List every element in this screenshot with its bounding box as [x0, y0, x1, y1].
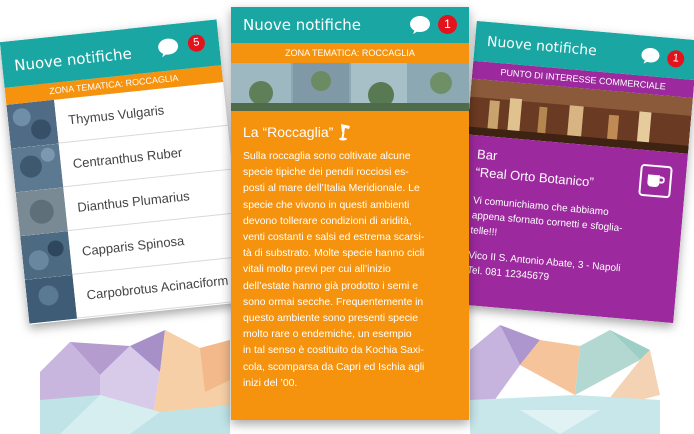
zone-heading: La “Roccaglia” [243, 123, 457, 141]
text-line: inizi del ’00. [243, 377, 298, 389]
description-text: Sulla roccaglia sono coltivate alcune sp… [243, 149, 457, 392]
zone-description: La “Roccaglia” Sulla roccaglia sono colt… [231, 111, 469, 420]
plant-name: Centranthus Ruber [72, 144, 183, 172]
text-line: molto rare o endemiche, un esempio [243, 329, 412, 341]
chat-bubble-icon[interactable] [409, 15, 431, 35]
plant-list: Thymus Vulgaris Centranthus Ruber Dianth… [6, 82, 247, 324]
plant-photo [6, 99, 59, 149]
plant-list-card: Nuove notifiche 5 ZONA TEMATICA: ROCCAGL… [0, 19, 247, 325]
text-line: Sulla roccaglia sono coltivate alcune [243, 151, 411, 162]
poi-details: Bar “Real Orto Botanico” Vi comunichiamo… [452, 134, 689, 324]
text-line: posti al mare dell’Italia Meridionale. L… [243, 183, 420, 195]
text-line: vitali molto previ per cui all’inizio [243, 264, 391, 276]
plant-name: Capparis Spinosa [81, 233, 185, 259]
chat-bubble-icon[interactable] [156, 36, 180, 58]
text-line: cola, scomparsa da Capri ed Ischia agli [243, 361, 425, 373]
coffee-button[interactable] [638, 163, 673, 199]
notification-count-badge: 1 [666, 49, 685, 69]
plant-pin-icon [339, 124, 351, 141]
heading-text: La “Roccaglia” [243, 124, 334, 140]
plant-name: Carpobrotus Acinaciform [85, 272, 230, 303]
header-title: Nuove notifiche [13, 44, 133, 75]
text-line: questo ambiente sono presenti specie [243, 313, 419, 325]
plant-name: Thymus Vulgaris [67, 102, 165, 128]
header-title: Nuove notifiche [486, 33, 598, 60]
text-line: dell’estate hanno già prodotto i semi e [243, 280, 419, 292]
plant-photo [10, 143, 64, 192]
zone-detail-card: Nuove notifiche 1 ZONA TEMATICA: ROCCAGL… [231, 7, 469, 420]
chat-bubble-icon[interactable] [640, 46, 661, 66]
card-header: Nuove notifiche 1 [231, 7, 469, 43]
plant-photo [15, 186, 68, 236]
text-line: sono ormai secche. Frequentemente in [243, 296, 424, 308]
commercial-poi-card: Nuove notifiche 1 PUNTO DI INTERESSE COM… [452, 20, 694, 324]
poi-address: Vico II S. Antonio Abate, 3 - Napoli Tel… [466, 248, 666, 295]
notification-count-badge: 1 [438, 15, 457, 34]
header-title: Nuove notifiche [243, 16, 361, 34]
promo-scene: Nuove notifiche 5 ZONA TEMATICA: ROCCAGL… [0, 0, 694, 434]
text-line: devono tollerare condizioni di aridità, [243, 215, 412, 227]
notification-count-badge: 5 [187, 33, 206, 53]
text-line: venti costanti e salsi ed estrema scarsi… [243, 232, 425, 244]
plant-photo [24, 274, 78, 324]
coffee-cup-icon [647, 174, 666, 188]
text-line: specie che vivono in questi ambienti [243, 199, 410, 211]
poi-message: Vi comunichiamo che abbiamo appena sforn… [470, 193, 671, 255]
zone-subtitle: ZONA TEMATICA: ROCCAGLIA [231, 43, 469, 63]
text-line: in tal senso è costituito da Kochia Saxi… [243, 345, 424, 357]
text-line: tà di substrato. Molte specie hanno cicl… [243, 248, 425, 260]
plant-name: Dianthus Plumarius [76, 188, 191, 215]
plant-photo [20, 230, 73, 280]
roccaglia-photo [231, 63, 469, 111]
text-line: specie tipiche dei pendii rocciosi es- [243, 167, 409, 179]
